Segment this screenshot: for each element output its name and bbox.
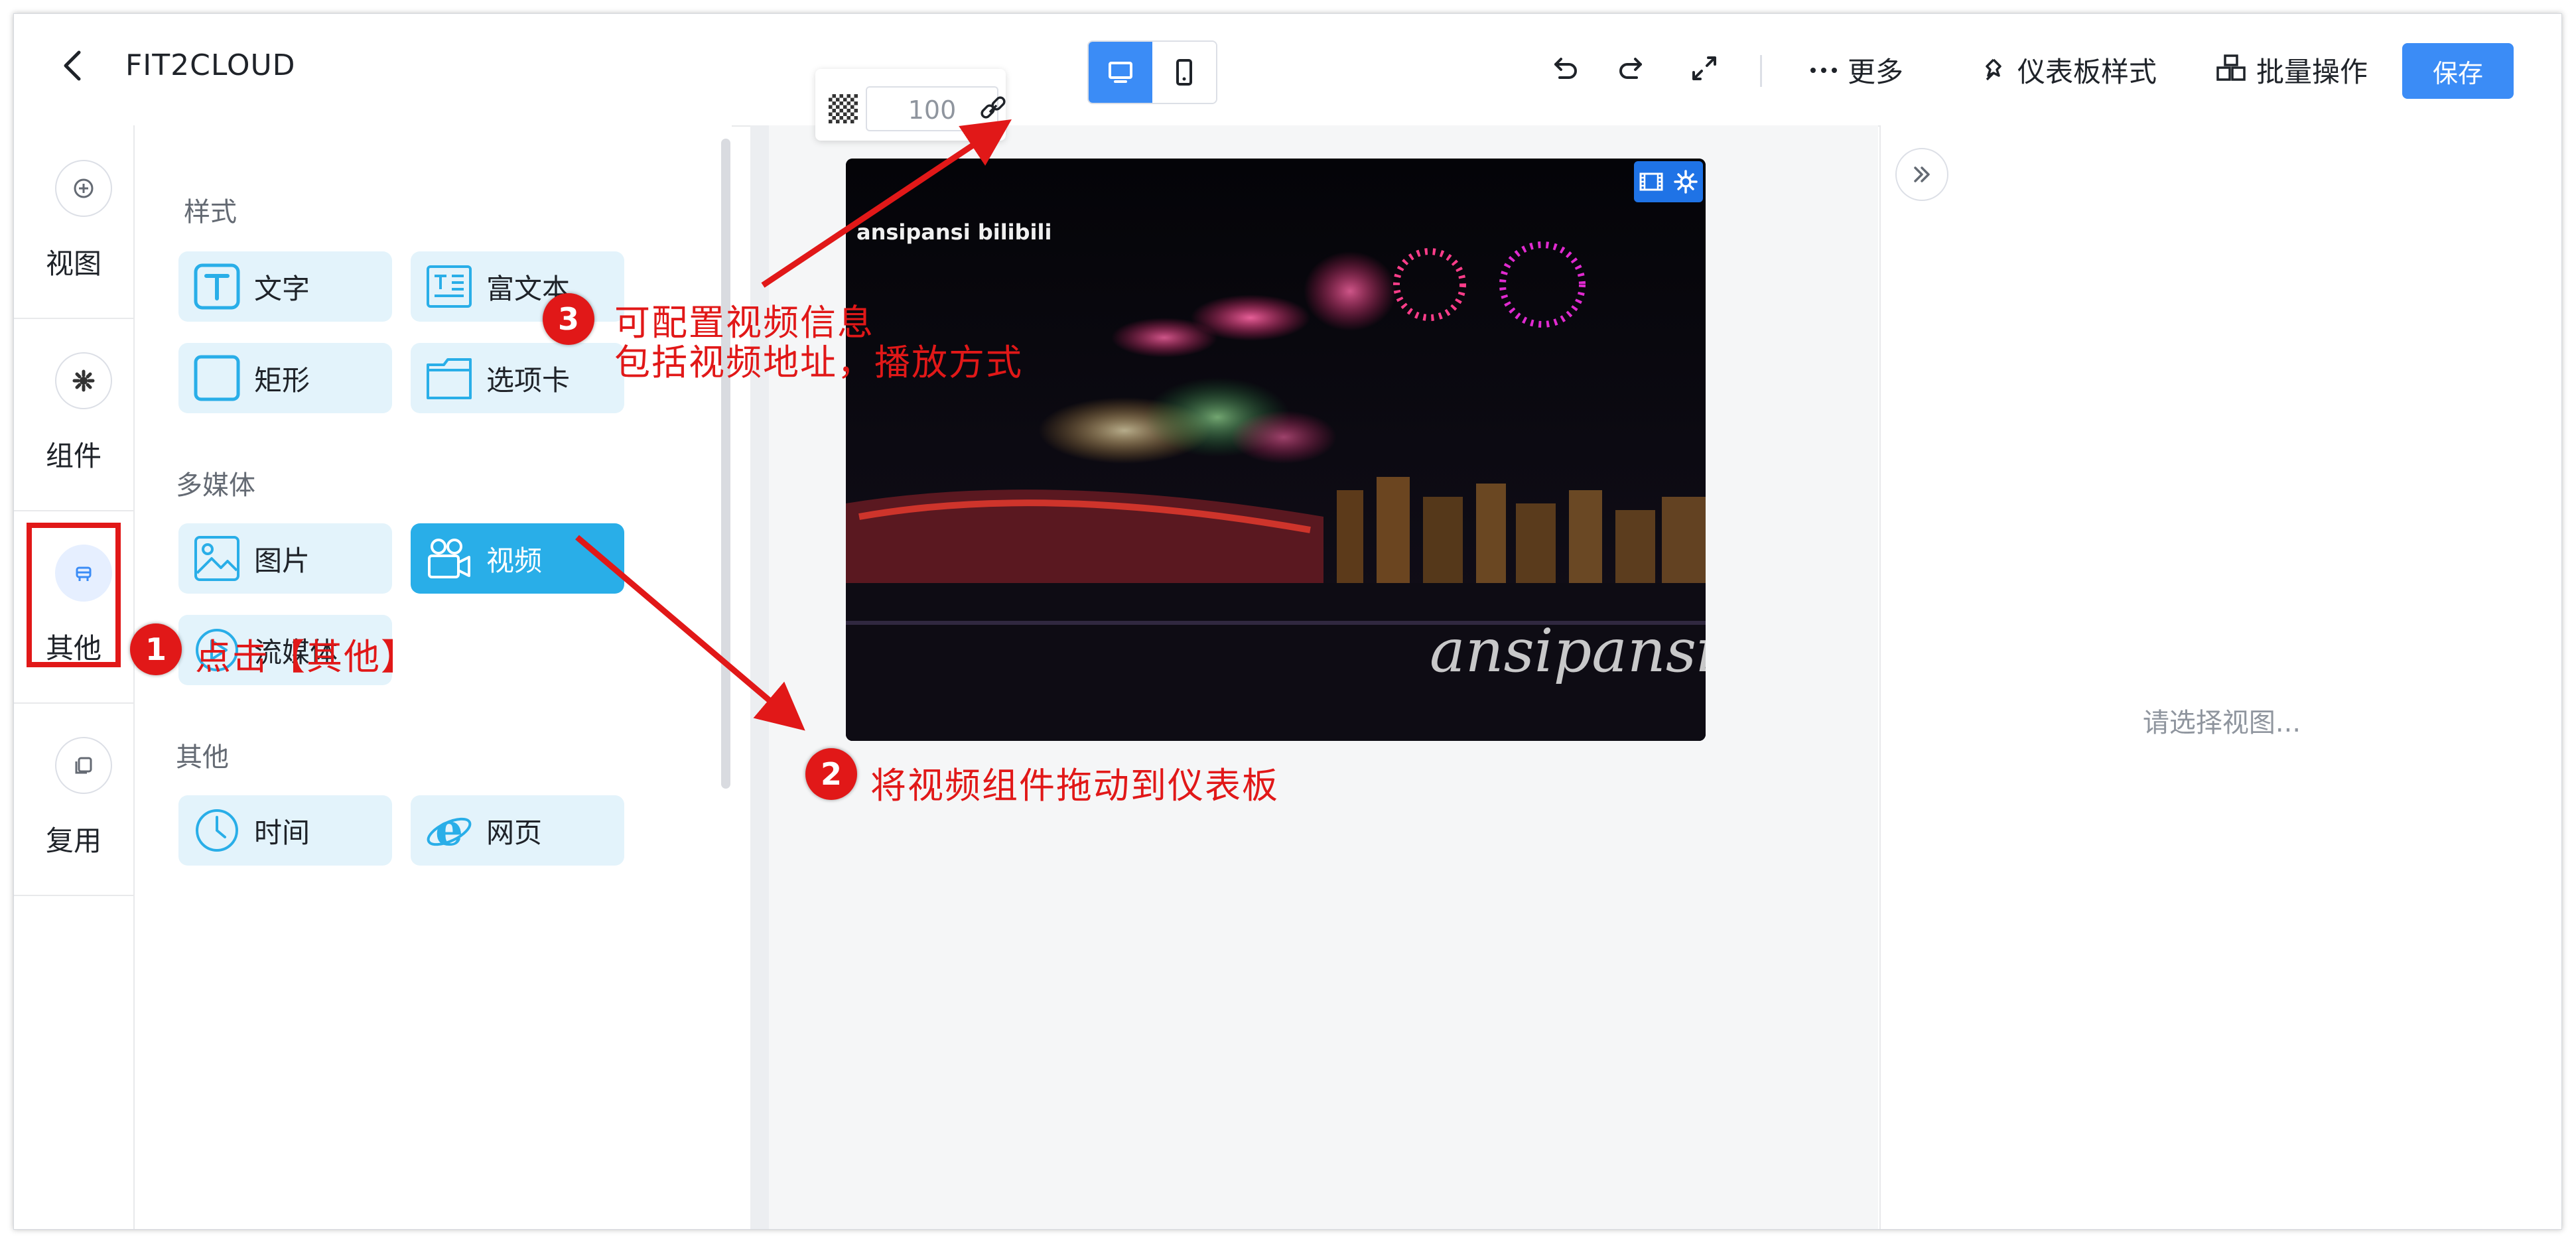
save-button[interactable]: 保存 bbox=[2402, 43, 2514, 99]
highlight-box-other bbox=[27, 523, 121, 667]
toolbar-divider bbox=[1760, 55, 1762, 87]
nav-item-view[interactable]: 视图 bbox=[14, 125, 133, 319]
tile-label: 时间 bbox=[254, 816, 310, 849]
nav-item-reuse[interactable]: 复用 bbox=[14, 702, 133, 896]
section-title-other: 其他 bbox=[176, 742, 229, 773]
nav-label-reuse: 复用 bbox=[45, 824, 102, 857]
transparency-icon bbox=[829, 94, 858, 123]
tile-time[interactable]: 时间 bbox=[178, 795, 392, 866]
rich-text-icon bbox=[424, 261, 474, 312]
tile-video[interactable]: 视频 bbox=[411, 523, 624, 594]
nav-label-component: 组件 bbox=[45, 440, 102, 472]
batch-operation-button[interactable]: 批量操作 bbox=[2215, 50, 2368, 90]
plus-circle-icon bbox=[55, 160, 112, 217]
undo-icon[interactable] bbox=[1546, 50, 1584, 87]
double-chevron-right-icon bbox=[1914, 166, 1930, 182]
gear-icon bbox=[55, 352, 112, 409]
tile-image[interactable]: 图片 bbox=[178, 523, 392, 594]
desktop-view-button[interactable] bbox=[1089, 42, 1152, 103]
section-title-style: 样式 bbox=[184, 197, 237, 228]
redo-icon[interactable] bbox=[1613, 50, 1650, 87]
step-3-text-line2: 包括视频地址，播放方式 bbox=[614, 342, 1023, 383]
more-button[interactable]: 更多 bbox=[1809, 50, 1903, 90]
side-nav: 视图 组件 其他 复用 bbox=[14, 125, 135, 1229]
tile-label: 矩形 bbox=[254, 363, 310, 397]
video-logo: ansipansi bilibili bbox=[856, 220, 1052, 245]
expand-panel-button[interactable] bbox=[1895, 148, 1948, 201]
video-component[interactable]: ansipansi bilibili ansipansi bbox=[846, 159, 1706, 741]
section-title-media: 多媒体 bbox=[176, 470, 255, 501]
monitor-icon bbox=[1109, 62, 1132, 83]
web-icon: e bbox=[424, 805, 474, 856]
image-icon bbox=[192, 533, 242, 584]
opacity-popover: 100 bbox=[815, 69, 1006, 141]
tile-label: 网页 bbox=[486, 816, 543, 849]
text-icon bbox=[192, 261, 242, 312]
step-2-text: 将视频组件拖动到仪表板 bbox=[870, 765, 1279, 807]
tile-label: 文字 bbox=[254, 272, 310, 305]
dashboard-style-label: 仪表板样式 bbox=[2017, 56, 2157, 88]
tile-rectangle[interactable]: 矩形 bbox=[178, 343, 392, 413]
svg-text:e: e bbox=[435, 807, 463, 854]
batch-grid-icon bbox=[2216, 54, 2246, 81]
step-1-text: 点击【其他】 bbox=[195, 636, 418, 678]
clock-icon bbox=[192, 805, 242, 856]
top-toolbar: FIT2CLOUD 更多 仪表板样式 批量操作 保存 bbox=[14, 14, 2561, 127]
dashboard-style-button[interactable]: 仪表板样式 bbox=[1979, 50, 2157, 90]
tile-label: 图片 bbox=[254, 544, 310, 577]
tabs-icon bbox=[424, 353, 474, 403]
tile-text[interactable]: 文字 bbox=[178, 251, 392, 322]
step-2-badge: 2 bbox=[805, 748, 857, 800]
fullscreen-icon[interactable] bbox=[1686, 50, 1723, 87]
tile-tabs[interactable]: 选项卡 bbox=[411, 343, 624, 413]
dashboard-title: FIT2CLOUD bbox=[125, 48, 296, 82]
phone-icon bbox=[1176, 59, 1192, 86]
nav-item-component[interactable]: 组件 bbox=[14, 318, 133, 511]
video-icon bbox=[424, 533, 474, 584]
nav-label-view: 视图 bbox=[45, 247, 102, 280]
video-tools bbox=[1634, 161, 1703, 202]
device-toggle bbox=[1087, 40, 1217, 104]
component-panel-scrollbar[interactable] bbox=[721, 139, 730, 789]
film-icon[interactable] bbox=[1638, 168, 1664, 195]
video-watermark: ansipansi bbox=[1430, 616, 1706, 686]
select-view-placeholder: 请选择视图... bbox=[2142, 708, 2301, 738]
settings-gear-icon[interactable] bbox=[1672, 168, 1699, 195]
step-3-badge: 3 bbox=[543, 293, 594, 345]
back-arrow-icon[interactable] bbox=[54, 46, 94, 86]
tile-web[interactable]: e 网页 bbox=[411, 795, 624, 866]
app-window: FIT2CLOUD 更多 仪表板样式 批量操作 保存 视图 组件 其他 复用 样… bbox=[13, 13, 2562, 1230]
link-icon[interactable] bbox=[979, 94, 1008, 123]
tile-label: 选项卡 bbox=[486, 363, 571, 397]
batch-operation-label: 批量操作 bbox=[2256, 56, 2368, 88]
rectangle-icon bbox=[192, 353, 242, 403]
properties-panel: 请选择视图... bbox=[1879, 125, 2561, 1229]
tile-label: 视频 bbox=[486, 544, 543, 577]
pin-icon bbox=[1986, 58, 2001, 80]
more-label: 更多 bbox=[1848, 56, 1904, 88]
more-dots-icon bbox=[1810, 67, 1837, 73]
copy-icon bbox=[55, 737, 112, 794]
step-1-badge: 1 bbox=[130, 623, 182, 675]
mobile-view-button[interactable] bbox=[1152, 42, 1216, 103]
canvas-left-bar bbox=[750, 125, 769, 1229]
